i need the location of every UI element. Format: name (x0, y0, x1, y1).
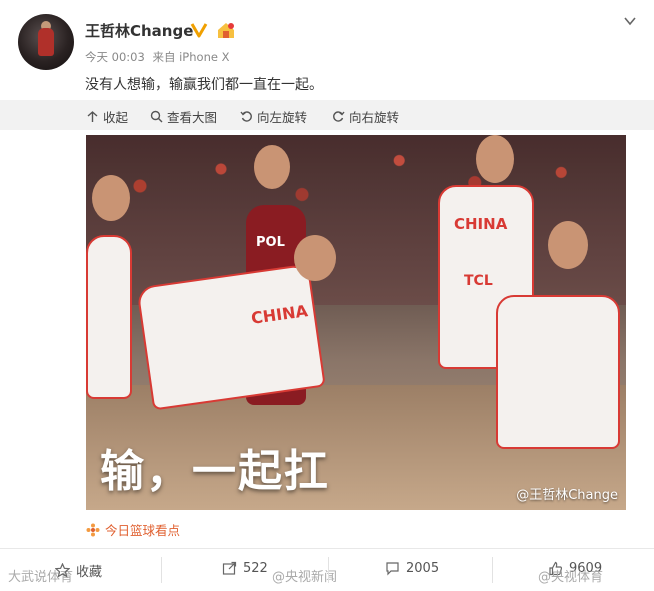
avatar-figure (38, 28, 54, 56)
post-text: 没有人想输，输赢我们都一直在一起。 (85, 77, 323, 93)
bottom-action-bar: 大武说体育 收藏 522 @央视新闻 2005 9609 @央视体育 (0, 549, 654, 591)
collapse-button[interactable]: 收起 (86, 107, 128, 126)
comment-button[interactable]: 2005 (385, 561, 439, 576)
repost-icon (222, 561, 237, 575)
jersey-label-china-2: CHINA (454, 215, 508, 233)
jersey-label-pol: POL (256, 235, 285, 250)
collapse-label: 收起 (103, 110, 129, 125)
rotate-right-button[interactable]: 向右旋转 (332, 107, 399, 126)
topic-icon (86, 523, 100, 536)
avatar[interactable] (18, 14, 74, 70)
vip-icon (216, 21, 236, 39)
favorite-button[interactable]: 收藏 (55, 561, 102, 580)
verified-icon (190, 21, 208, 39)
rotate-left-button[interactable]: 向左旋转 (240, 107, 307, 126)
crowd-background (86, 135, 626, 305)
player-head (92, 175, 130, 221)
post-source[interactable]: 来自 iPhone X (152, 50, 229, 64)
player-head (294, 235, 336, 281)
separator (328, 557, 329, 583)
view-large-button[interactable]: 查看大图 (150, 107, 217, 126)
rotate-left-label: 向左旋转 (257, 110, 308, 125)
player-bending (136, 263, 326, 411)
post-image[interactable]: POL CHINA CHINA TCL 输，一起扛 @王哲林Change (86, 135, 626, 510)
image-watermark: @王哲林Change (516, 488, 618, 503)
post-meta: 今天 00:03 来自 iPhone X (85, 49, 233, 65)
weibo-post: 王哲林Change 今天 00:03 来自 iPhone X 没有人想输，输赢我… (0, 0, 654, 591)
image-overlay-caption: 输，一起扛 (100, 446, 330, 497)
separator (161, 557, 162, 583)
repost-count: 522 (243, 561, 268, 576)
collapse-icon (87, 111, 98, 122)
post-time: 今天 00:03 (85, 50, 145, 64)
player-left (86, 235, 132, 399)
comment-count: 2005 (406, 561, 440, 576)
rotate-right-label: 向右旋转 (349, 110, 400, 125)
player-sitting (496, 295, 620, 449)
topic-label: 今日篮球看点 (105, 523, 181, 538)
image-action-bar: 收起 查看大图 向左旋转 向右旋转 (0, 100, 654, 130)
player-head (548, 221, 588, 269)
player-head (254, 145, 290, 189)
star-icon (55, 563, 70, 578)
player-head (476, 135, 514, 183)
rotate-left-icon (240, 111, 252, 122)
jersey-label-tcl: TCL (464, 273, 493, 289)
repost-button[interactable]: 522 (222, 561, 268, 576)
username[interactable]: 王哲林Change (85, 20, 193, 41)
view-large-label: 查看大图 (167, 110, 218, 125)
rotate-right-icon (333, 111, 345, 122)
separator (492, 557, 493, 583)
search-icon (150, 110, 163, 123)
chevron-down-icon[interactable] (624, 12, 636, 26)
favorite-label: 收藏 (76, 565, 103, 580)
watermark-right: @央视体育 (538, 570, 604, 585)
comment-icon (386, 562, 399, 576)
topic-link[interactable]: 今日篮球看点 (86, 520, 180, 539)
